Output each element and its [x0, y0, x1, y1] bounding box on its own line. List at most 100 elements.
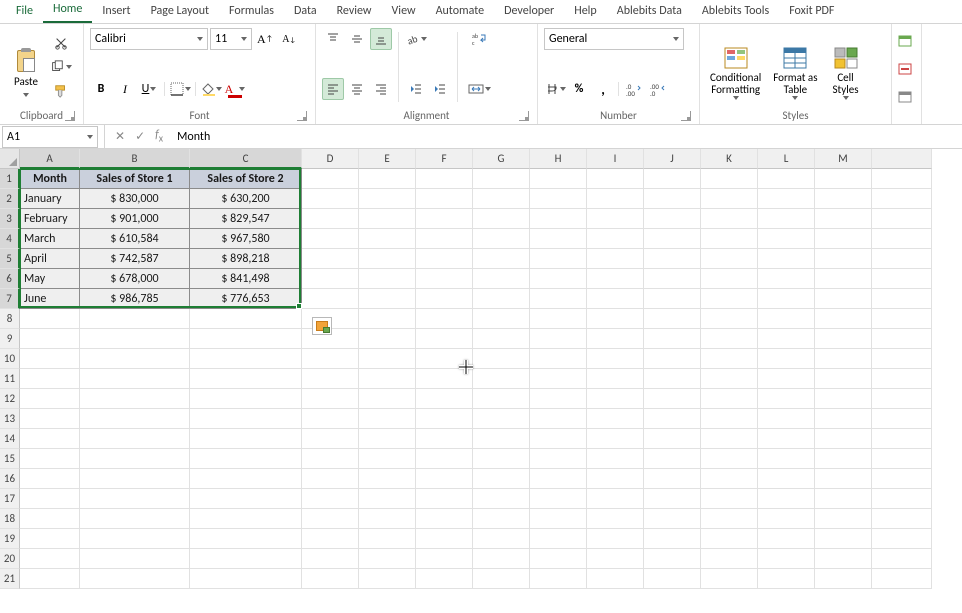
cell-A2[interactable]: January — [20, 189, 80, 209]
cell-A19[interactable] — [20, 529, 80, 549]
cell-A5[interactable]: April — [20, 249, 80, 269]
cell-D18[interactable] — [302, 509, 359, 529]
cell-B20[interactable] — [80, 549, 190, 569]
align-middle-button[interactable] — [346, 28, 368, 50]
cell-C16[interactable] — [190, 469, 302, 489]
cell-M1[interactable] — [815, 169, 872, 189]
cell-A14[interactable] — [20, 429, 80, 449]
cell-D20[interactable] — [302, 549, 359, 569]
cell-B4[interactable]: $ 610,584 — [80, 229, 190, 249]
cell-E21[interactable] — [359, 569, 416, 589]
cell-I16[interactable] — [587, 469, 644, 489]
cell-H21[interactable] — [530, 569, 587, 589]
cell-E5[interactable] — [359, 249, 416, 269]
name-box[interactable]: A1 — [2, 126, 98, 148]
cell-J4[interactable] — [644, 229, 701, 249]
cell-F17[interactable] — [416, 489, 473, 509]
cell-K11[interactable] — [701, 369, 758, 389]
cell-C6[interactable]: $ 841,498 — [190, 269, 302, 289]
row-header-6[interactable]: 6 — [0, 269, 20, 289]
cell-F5[interactable] — [416, 249, 473, 269]
cell-L20[interactable] — [758, 549, 815, 569]
font-name-combo[interactable]: Calibri — [90, 28, 208, 50]
cell-B16[interactable] — [80, 469, 190, 489]
row-header-2[interactable]: 2 — [0, 189, 20, 209]
enter-formula-button[interactable]: ✓ — [131, 127, 149, 146]
cell-M12[interactable] — [815, 389, 872, 409]
row-header-20[interactable]: 20 — [0, 549, 20, 569]
paste-button[interactable]: Paste — [6, 28, 46, 102]
column-header-L[interactable]: L — [758, 149, 815, 169]
cell-J17[interactable] — [644, 489, 701, 509]
align-top-button[interactable] — [322, 28, 344, 50]
cell-B15[interactable] — [80, 449, 190, 469]
cell-K15[interactable] — [701, 449, 758, 469]
tab-file[interactable]: File — [6, 1, 43, 23]
cell-D17[interactable] — [302, 489, 359, 509]
cell-C1[interactable]: Sales of Store 2 — [190, 169, 302, 189]
align-center-button[interactable] — [346, 78, 368, 100]
cell-K9[interactable] — [701, 329, 758, 349]
cell-K14[interactable] — [701, 429, 758, 449]
cell-J18[interactable] — [644, 509, 701, 529]
row-header-1[interactable]: 1 — [0, 169, 20, 189]
cell-H1[interactable] — [530, 169, 587, 189]
cell-F19[interactable] — [416, 529, 473, 549]
accounting-format-button[interactable] — [544, 78, 566, 100]
cell-H11[interactable] — [530, 369, 587, 389]
row-header-16[interactable]: 16 — [0, 469, 20, 489]
column-header-J[interactable]: J — [644, 149, 701, 169]
cell-L4[interactable] — [758, 229, 815, 249]
borders-button[interactable] — [169, 78, 191, 100]
cell-D14[interactable] — [302, 429, 359, 449]
cell-A20[interactable] — [20, 549, 80, 569]
cell-B6[interactable]: $ 678,000 — [80, 269, 190, 289]
cell-I5[interactable] — [587, 249, 644, 269]
cell-K20[interactable] — [701, 549, 758, 569]
column-header-A[interactable]: A — [20, 149, 80, 169]
cell-grid[interactable]: MonthSales of Store 1Sales of Store 2Jan… — [20, 169, 962, 589]
cell-B11[interactable] — [80, 369, 190, 389]
cell-L17[interactable] — [758, 489, 815, 509]
cell-D21[interactable] — [302, 569, 359, 589]
cell-E20[interactable] — [359, 549, 416, 569]
row-header-4[interactable]: 4 — [0, 229, 20, 249]
cell-D16[interactable] — [302, 469, 359, 489]
cell-B2[interactable]: $ 830,000 — [80, 189, 190, 209]
tab-review[interactable]: Review — [327, 1, 382, 23]
format-button[interactable] — [894, 86, 916, 108]
cell-I9[interactable] — [587, 329, 644, 349]
cell-F18[interactable] — [416, 509, 473, 529]
cell-E16[interactable] — [359, 469, 416, 489]
cell-F4[interactable] — [416, 229, 473, 249]
cell-H12[interactable] — [530, 389, 587, 409]
decrease-decimal-button[interactable]: .00.0 — [647, 78, 669, 100]
cell-J7[interactable] — [644, 289, 701, 309]
cell-C11[interactable] — [190, 369, 302, 389]
cell-A7[interactable]: June — [20, 289, 80, 309]
cell-A1[interactable]: Month — [20, 169, 80, 189]
cell-D6[interactable] — [302, 269, 359, 289]
cell-K16[interactable] — [701, 469, 758, 489]
cell-C19[interactable] — [190, 529, 302, 549]
cell-C15[interactable] — [190, 449, 302, 469]
cell-H14[interactable] — [530, 429, 587, 449]
cell-M19[interactable] — [815, 529, 872, 549]
cell-K13[interactable] — [701, 409, 758, 429]
cell-D19[interactable] — [302, 529, 359, 549]
cell-K4[interactable] — [701, 229, 758, 249]
column-header-G[interactable]: G — [473, 149, 530, 169]
cell-J5[interactable] — [644, 249, 701, 269]
cell-M7[interactable] — [815, 289, 872, 309]
cell-L21[interactable] — [758, 569, 815, 589]
increase-font-button[interactable]: A↑ — [254, 28, 276, 50]
cell-J16[interactable] — [644, 469, 701, 489]
cell-H15[interactable] — [530, 449, 587, 469]
cell-G6[interactable] — [473, 269, 530, 289]
cell-H7[interactable] — [530, 289, 587, 309]
row-header-7[interactable]: 7 — [0, 289, 20, 309]
cell-M5[interactable] — [815, 249, 872, 269]
cell-I20[interactable] — [587, 549, 644, 569]
row-header-13[interactable]: 13 — [0, 409, 20, 429]
cell-L14[interactable] — [758, 429, 815, 449]
